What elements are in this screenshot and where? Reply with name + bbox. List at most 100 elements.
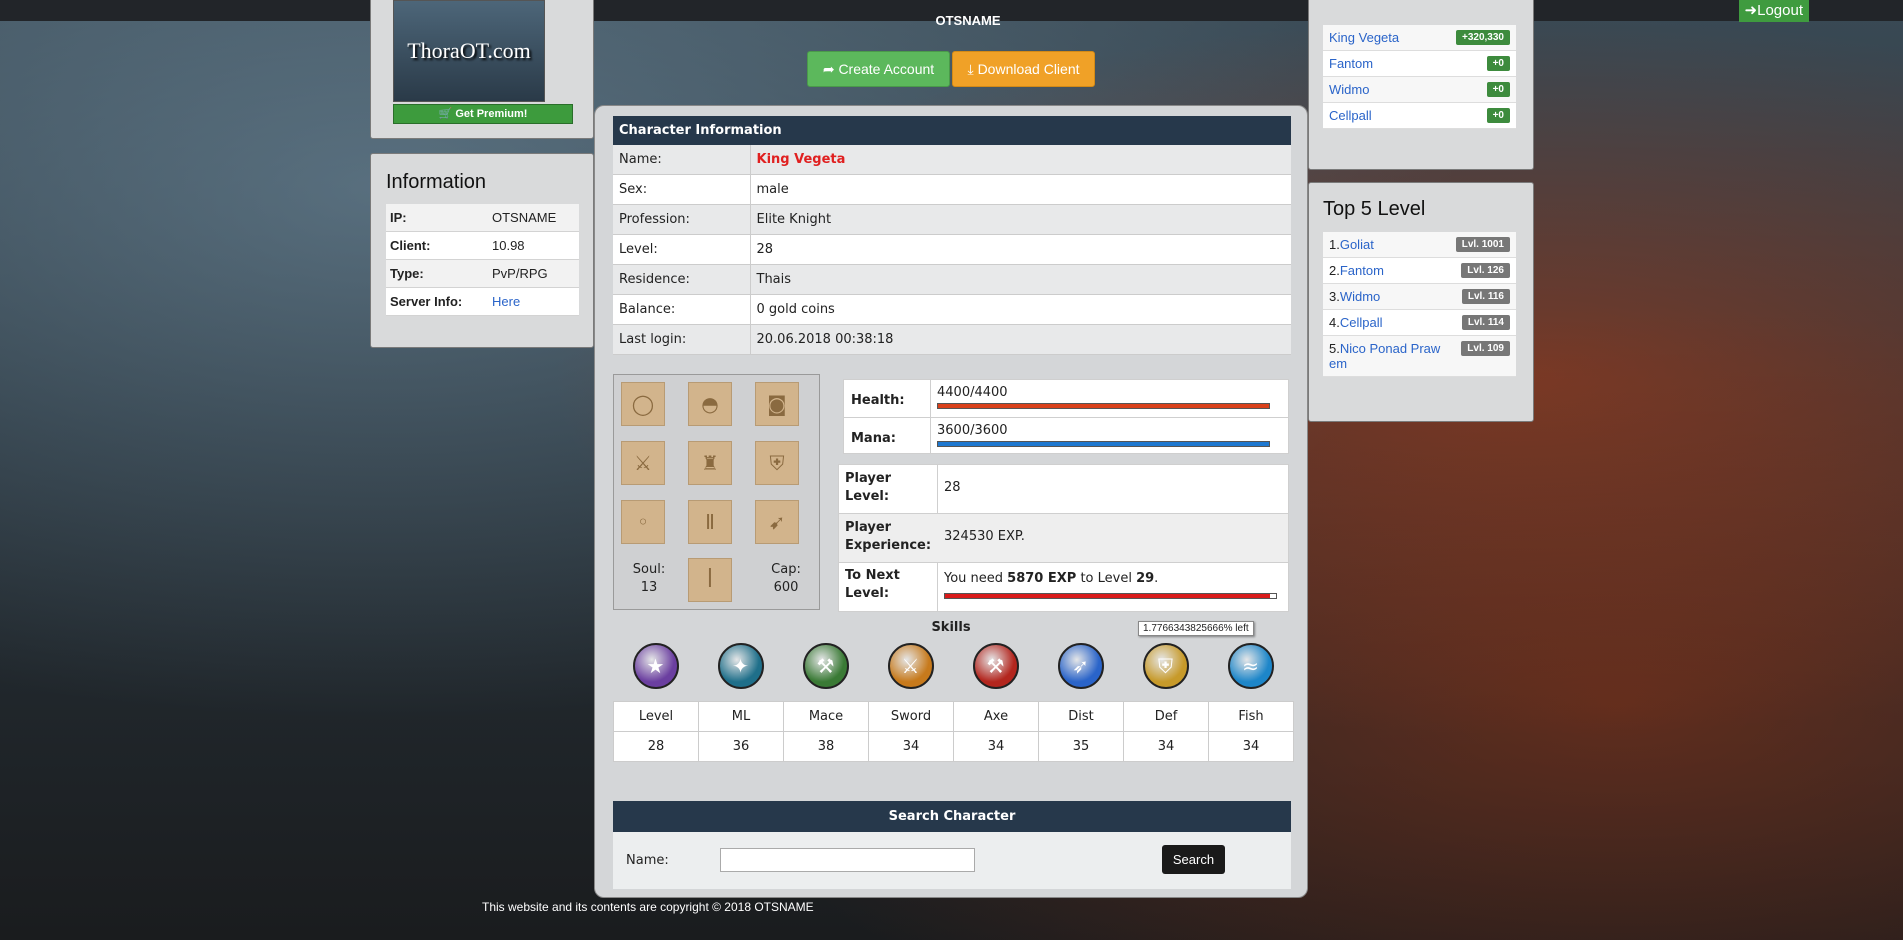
char-value: Elite Knight <box>749 204 1291 235</box>
skill-icon-cell: ⚒ <box>783 643 868 689</box>
search-name-input[interactable] <box>720 848 975 872</box>
info-key: IP: <box>386 204 488 232</box>
info-value: 10.98 <box>488 231 579 260</box>
information-table: IP: OTSNAME Client: 10.98 Type: PvP/RPG Ser… <box>386 204 579 316</box>
player-link[interactable]: Goliat <box>1340 237 1374 252</box>
player-link[interactable]: Widmo <box>1329 82 1369 97</box>
level-badge: Lvl. 116 <box>1461 289 1510 304</box>
health-bar-fill <box>938 404 1269 408</box>
create-account-button[interactable]: ➦ Create Account <box>807 51 950 87</box>
next-suffix: . <box>1154 571 1159 586</box>
top-level-row: 1.Goliat Lvl. 1001 <box>1323 232 1516 258</box>
share-arrow-icon: ➦ <box>822 61 835 77</box>
main-content: Character Information Name: King Vegeta S… <box>594 105 1308 898</box>
download-client-label: Download Client <box>977 61 1080 77</box>
get-premium-button[interactable]: 🛒 Get Premium! <box>393 104 573 124</box>
top-level-row: 3.Widmo Lvl. 116 <box>1323 284 1516 310</box>
skills-value-row: 28 36 38 34 34 35 34 34 <box>613 731 1294 762</box>
char-key: Residence: <box>613 264 750 295</box>
server-name-title: OTSNAME <box>935 13 1001 28</box>
char-row: Level: 28 <box>613 234 1291 265</box>
skill-icon-cell: ⚒ <box>953 643 1038 689</box>
fishing-icon: ≈ <box>1227 643 1274 689</box>
logout-icon: ➜ <box>1744 2 1758 19</box>
next-exp: 5870 EXP <box>1007 571 1077 586</box>
top-level-list: 1.Goliat Lvl. 1001 2.Fantom Lvl. 126 3.Wid… <box>1323 232 1516 377</box>
top-level-row: 5.Nico Ponad Praw em Lvl. 109 <box>1323 336 1516 377</box>
skill-icon-cell: ⚔ <box>868 643 953 689</box>
player-link[interactable]: Cellpall <box>1340 315 1383 330</box>
char-row: Sex: male <box>613 174 1291 205</box>
download-client-button[interactable]: ⤓ Download Client <box>952 51 1095 87</box>
cart-icon: 🛒 <box>438 108 453 120</box>
info-row-ip: IP: OTSNAME <box>386 204 579 232</box>
mana-bar <box>937 441 1270 447</box>
player-link[interactable]: Widmo <box>1340 289 1380 304</box>
skill-value: 38 <box>783 731 869 762</box>
boots-slot-icon: ꟾ <box>688 558 732 602</box>
top-level-row: 4.Cellpall Lvl. 114 <box>1323 310 1516 336</box>
health-label: Health: <box>851 393 905 408</box>
info-row-client: Client: 10.98 <box>386 231 579 260</box>
player-level-value: 28 <box>944 480 961 495</box>
skill-value: 35 <box>1038 731 1124 762</box>
helmet-slot-icon: ◓ <box>688 382 732 426</box>
char-row: Profession: Elite Knight <box>613 204 1291 235</box>
get-premium-label: Get Premium! <box>455 108 528 120</box>
logout-button[interactable]: ➜Logout <box>1738 0 1809 22</box>
powergamer-row: Widmo +0 <box>1323 77 1516 103</box>
premium-panel: ThoraOT.com 🛒 Get Premium! <box>370 0 594 139</box>
logo-text: ThoraOT.com <box>407 38 531 63</box>
cap-stat: Cap: 600 <box>751 561 821 597</box>
skill-label: Fish <box>1208 701 1294 732</box>
health-mana-box: Health: 4400/4400 Mana: 3600/3600 <box>843 379 1289 454</box>
char-key: Profession: <box>613 204 750 235</box>
exp-gain-badge: +0 <box>1486 108 1510 123</box>
top-level-title: Top 5 Level <box>1323 198 1426 220</box>
next-level: 29 <box>1136 571 1155 586</box>
search-name-label: Name: <box>626 853 669 868</box>
player-link[interactable]: King Vegeta <box>1329 30 1399 45</box>
skill-icon-cell: ★ <box>613 643 698 689</box>
soul-label: Soul: <box>632 562 666 577</box>
search-button[interactable]: Search <box>1162 845 1225 874</box>
create-account-label: Create Account <box>838 61 935 77</box>
mana-label: Mana: <box>851 431 896 446</box>
amulet-slot-icon: ◯ <box>621 382 665 426</box>
info-value: OTSNAME <box>488 204 579 232</box>
next-level-bar-fill <box>945 594 1271 598</box>
search-section-title: Search Character <box>613 801 1291 832</box>
char-value: 0 gold coins <box>749 294 1291 325</box>
player-link[interactable]: Nico Ponad Praw em <box>1329 341 1440 371</box>
skill-icon-cell: ⛨ <box>1123 643 1208 689</box>
powergamer-row: Cellpall +0 <box>1323 103 1516 129</box>
soul-stat: Soul: 13 <box>614 561 684 597</box>
player-exp-value: 324530 EXP. <box>944 529 1025 544</box>
level-badge: Lvl. 1001 <box>1455 237 1510 252</box>
ammo-slot-icon: ➹ <box>755 500 799 544</box>
skill-label: Sword <box>868 701 954 732</box>
skill-label: Def <box>1123 701 1209 732</box>
level-badge: Lvl. 109 <box>1461 341 1510 356</box>
player-link[interactable]: Fantom <box>1329 56 1373 71</box>
level-badge: Lvl. 114 <box>1461 315 1510 330</box>
health-bar <box>937 403 1270 409</box>
char-row: Name: King Vegeta <box>613 145 1291 175</box>
skill-icon-cell: ✦ <box>698 643 783 689</box>
armor-slot-icon: ♜ <box>688 441 732 485</box>
player-link[interactable]: Fantom <box>1340 263 1384 278</box>
legs-slot-icon: Ⅱ <box>688 500 732 544</box>
next-mid: to Level <box>1076 571 1137 586</box>
information-panel: Information IP: OTSNAME Client: 10.98 Type… <box>370 153 594 348</box>
skill-value: 34 <box>1208 731 1294 762</box>
sword-icon: ⚔ <box>887 643 934 689</box>
skill-icon-cell: ➶ <box>1038 643 1123 689</box>
server-info-link[interactable]: Here <box>492 294 520 309</box>
player-link[interactable]: Cellpall <box>1329 108 1372 123</box>
exp-gain-badge: +0 <box>1486 82 1510 97</box>
exp-gain-badge: +0 <box>1486 56 1510 71</box>
rank-number: 4. <box>1329 315 1340 330</box>
mace-icon: ⚒ <box>802 643 849 689</box>
powergamers-panel: King Vegeta +320,330 Fantom +0 Widmo +0 Cel… <box>1308 0 1534 170</box>
character-table: Name: King Vegeta Sex: male Profession: Eli… <box>613 145 1291 355</box>
